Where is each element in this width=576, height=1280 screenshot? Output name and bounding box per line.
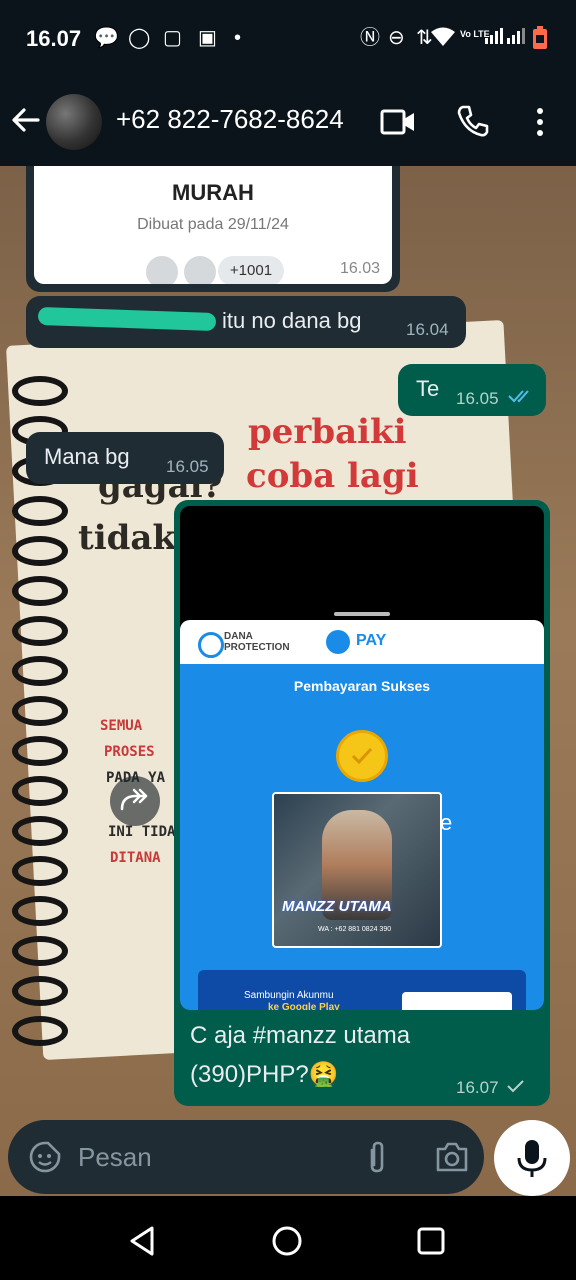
forward-button[interactable] [110,776,160,826]
facebook-icon: ▣ [198,27,217,49]
voice-call-button[interactable] [456,104,490,143]
nav-back-icon [130,1226,154,1256]
message-input-bar: Pesan [8,1120,484,1194]
signal-1-icon [484,26,504,52]
chat-notification-icon: 💬 [94,27,119,49]
nfc-icon: Ⓝ [360,27,380,49]
poll-preview[interactable]: MURAH Dibuat pada 29/11/24 +1001 16.03 [34,166,392,284]
more-options-button[interactable] [530,106,550,143]
read-receipt-icon [508,388,534,409]
pay-label: PAY [356,632,387,649]
message-image[interactable]: DANA PROTECTION PAY Pembayaran Sukses MA… [180,506,544,1010]
dana-protection-label: DANA PROTECTION [224,631,290,653]
caption-line-1: C aja #manzz utama [190,1022,411,1049]
nav-home-button[interactable] [270,1224,304,1263]
signal-2-icon [506,26,526,52]
image-caption-text: MANZZ UTAMA [282,898,392,915]
instagram-icon: ▢ [163,27,182,49]
wallpaper-text: DITANA [110,850,161,866]
payment-screen: DANA PROTECTION PAY Pembayaran Sukses MA… [180,620,544,1010]
video-camera-icon [380,109,414,135]
image-wa-text: WA : +62 881 0824 390 [318,926,392,933]
poll-title: MURAH [172,180,254,205]
emoji-button[interactable] [28,1140,62,1179]
pay-icon [326,630,350,654]
banner-subtext: ke Google Play [268,1002,340,1010]
message-input[interactable]: Pesan [78,1142,152,1173]
whatsapp-icon: ◯ [128,27,151,49]
payment-success-text: Pembayaran Sukses [293,678,431,694]
nav-recents-button[interactable] [414,1224,448,1263]
wallpaper-text: coba lagi [246,456,419,496]
voter-avatar [144,254,180,284]
forward-icon [120,788,148,811]
message-bubble-incoming[interactable]: Mana bg 16.05 [26,432,224,484]
message-text: Mana bg [44,444,130,469]
camera-button[interactable] [434,1140,470,1179]
embedded-game-image: MANZZ UTAMA WA : +62 881 0824 390 [272,792,442,948]
status-time: 16.07 [26,26,82,51]
back-button[interactable] [10,104,44,140]
message-text: Te [416,376,440,401]
battery-icon [532,26,548,56]
wallpaper-text: PROSES [104,744,155,760]
status-bar: 16.07 💬 ◯ ▢ ▣ • Ⓝ ⊖ ⇅ Vo LTE [0,0,576,80]
more-vertical-icon [537,108,543,136]
redacted-number-scribble [37,306,217,332]
message-time: 16.05 [456,389,499,408]
image-message-bubble[interactable]: DANA PROTECTION PAY Pembayaran Sukses MA… [174,500,550,1106]
video-call-button[interactable] [380,106,416,143]
success-check-icon [336,730,388,782]
avatar[interactable] [46,94,102,150]
message-time: 16.05 [166,457,209,476]
paperclip-icon [370,1141,384,1173]
voter-count: +1001 [218,256,284,284]
banner-phone [402,992,512,1010]
microphone-icon [517,1140,547,1177]
contact-name[interactable]: +62 822-7682-8624 [116,104,344,135]
dana-protection-icon [198,632,224,658]
poll-created: Dibuat pada 29/11/24 [137,216,289,233]
wallpaper-text: perbaiki [248,412,407,452]
wallpaper-text: tidak [78,518,176,558]
back-arrow-icon [12,108,40,132]
message-text: itu no dana bg [222,308,362,333]
wallpaper-text: INI TIDA [108,824,176,840]
banner-text: Sambungin Akunmu [244,990,334,1001]
payment-header: DANA PROTECTION PAY [180,620,544,664]
message-time: 16.07 [456,1078,499,1097]
camera-icon [436,1142,468,1172]
more-notifications-icon: • [234,27,242,49]
nav-back-button[interactable] [126,1224,160,1263]
sticker-icon [29,1141,61,1173]
poll-time: 16.03 [340,260,381,277]
sheet-handle [334,612,390,616]
message-bubble-outgoing[interactable]: Te 16.05 [398,364,546,416]
nav-recents-icon [417,1227,445,1255]
attach-button[interactable] [364,1140,390,1181]
voter-avatar [182,254,218,284]
message-time: 16.04 [406,320,449,339]
navigation-bar [0,1196,576,1280]
dnd-icon: ⊖ [388,27,405,49]
google-play-banner: Sambungin Akunmu ke Google Play [198,970,526,1010]
voice-message-button[interactable] [494,1120,570,1196]
nav-home-icon [272,1226,302,1256]
phone-icon [457,105,489,137]
caption-line-2: (390)PHP?🤮 [190,1061,339,1088]
wifi-icon [430,26,456,54]
wallpaper-text: SEMUA [100,718,143,734]
sent-tick-icon [506,1078,526,1099]
message-bubble-incoming[interactable]: itu no dana bg 16.04 [26,296,466,348]
